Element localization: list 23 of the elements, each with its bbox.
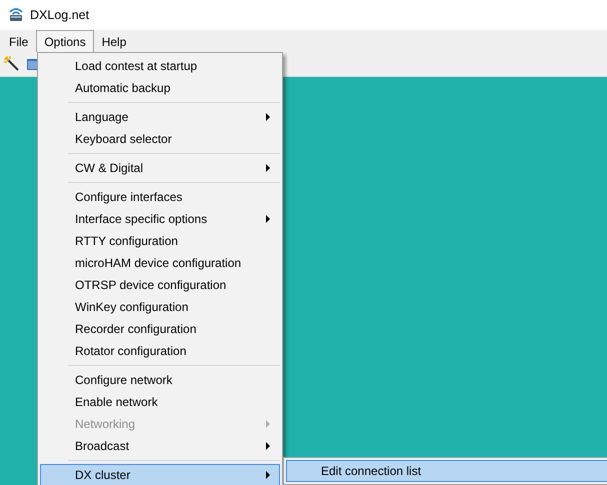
menu-item[interactable]: Broadcast xyxy=(40,435,280,457)
menu-item[interactable]: WinKey configuration xyxy=(40,296,280,318)
menu-item[interactable]: Rotator configuration xyxy=(40,340,280,362)
menu-item[interactable]: Keyboard selector xyxy=(40,128,280,150)
menu-item[interactable]: OTRSP device configuration xyxy=(40,274,280,296)
menu-item[interactable]: microHAM device configuration xyxy=(40,252,280,274)
menu-item[interactable]: Configure interfaces xyxy=(40,186,280,208)
menu-bar-item[interactable]: Options xyxy=(36,30,94,52)
menu-item[interactable]: Recorder configuration xyxy=(40,318,280,340)
menu-item[interactable]: Edit connection list xyxy=(286,460,607,482)
menu-item[interactable]: Configure network xyxy=(40,369,280,391)
menu-item[interactable]: Language xyxy=(40,106,280,128)
menu-bar-item[interactable]: File xyxy=(1,30,36,52)
menu-item[interactable]: CW & Digital xyxy=(40,157,280,179)
menu-item[interactable]: Enable network xyxy=(40,391,280,413)
menu-item[interactable]: Interface specific options xyxy=(40,208,280,230)
app-icon xyxy=(8,6,24,22)
menu-item[interactable]: DX cluster xyxy=(40,464,280,485)
window-title: DXLog.net xyxy=(30,8,90,22)
magic-wand-icon[interactable] xyxy=(4,56,20,72)
menu-item[interactable]: RTTY configuration xyxy=(40,230,280,252)
menu-bar-item[interactable]: Help xyxy=(94,30,134,52)
menu-item[interactable]: Automatic backup xyxy=(40,77,280,99)
